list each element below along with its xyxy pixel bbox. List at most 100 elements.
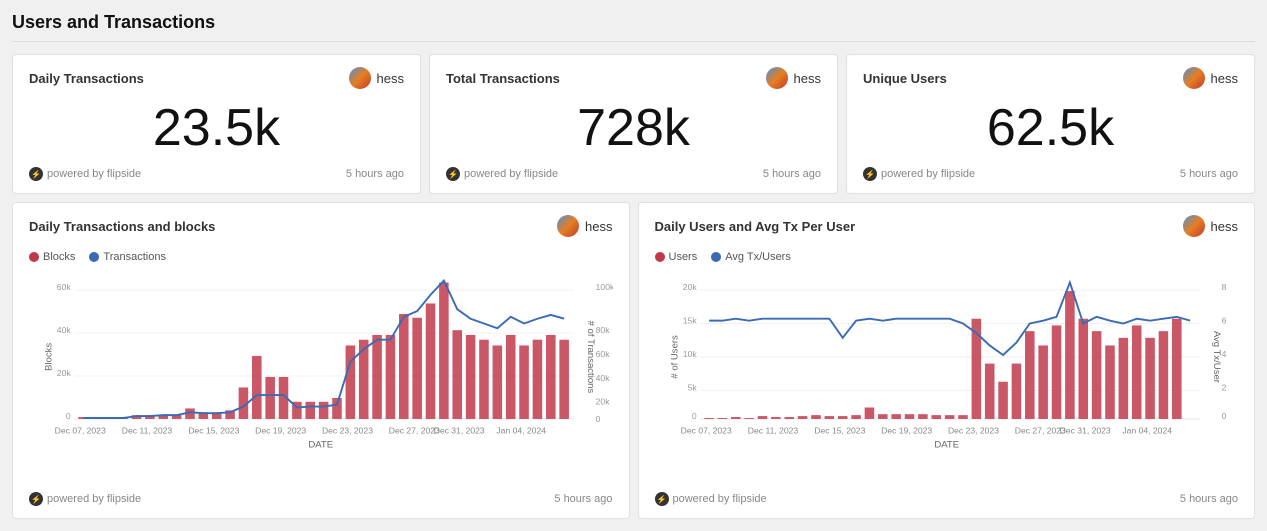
svg-text:DATE: DATE bbox=[308, 440, 333, 451]
daily-tx-value: 23.5k bbox=[29, 97, 404, 159]
legend-users-dot bbox=[655, 252, 665, 262]
svg-text:Dec 19, 2023: Dec 19, 2023 bbox=[881, 425, 932, 435]
daily-tx-username: hess bbox=[377, 71, 404, 86]
svg-text:100k: 100k bbox=[596, 282, 613, 292]
chart1-footer: ⚡ powered by flipside 5 hours ago bbox=[29, 492, 613, 506]
unique-users-user: hess bbox=[1183, 67, 1238, 89]
unique-users-timestamp: 5 hours ago bbox=[1180, 168, 1238, 180]
chart2-header: Daily Users and Avg Tx Per User hess bbox=[655, 215, 1239, 237]
daily-users-avg-tx-card: Daily Users and Avg Tx Per User hess Use… bbox=[638, 202, 1256, 519]
svg-text:Jan 04, 2024: Jan 04, 2024 bbox=[496, 425, 546, 435]
unique-users-value: 62.5k bbox=[863, 97, 1238, 159]
unique-users-footer: ⚡ powered by flipside 5 hours ago bbox=[863, 167, 1238, 181]
chart1-header: Daily Transactions and blocks hess bbox=[29, 215, 613, 237]
powered-by-unique-users: ⚡ powered by flipside bbox=[863, 167, 975, 181]
svg-text:Dec 11, 2023: Dec 11, 2023 bbox=[747, 425, 798, 435]
chart1-timestamp: 5 hours ago bbox=[554, 493, 612, 505]
svg-text:Jan 04, 2024: Jan 04, 2024 bbox=[1122, 425, 1172, 435]
svg-text:Dec 07, 2023: Dec 07, 2023 bbox=[55, 425, 106, 435]
card-header-total-tx: Total Transactions hess bbox=[446, 67, 821, 89]
svg-text:0: 0 bbox=[66, 411, 71, 421]
total-tx-timestamp: 5 hours ago bbox=[763, 168, 821, 180]
svg-text:# of Users: # of Users bbox=[669, 335, 680, 379]
svg-text:Dec 23, 2023: Dec 23, 2023 bbox=[947, 425, 998, 435]
svg-text:Dec 15, 2023: Dec 15, 2023 bbox=[188, 425, 239, 435]
avatar-chart1 bbox=[557, 215, 579, 237]
chart2-user: hess bbox=[1183, 215, 1238, 237]
svg-text:80k: 80k bbox=[596, 325, 611, 335]
flipside-logo-3: ⚡ bbox=[863, 167, 877, 181]
powered-by-label-3: powered by flipside bbox=[881, 168, 975, 180]
powered-by-label-2: powered by flipside bbox=[464, 168, 558, 180]
svg-text:40k: 40k bbox=[57, 325, 72, 335]
legend-avg-tx-dot bbox=[711, 252, 721, 262]
chart1-user: hess bbox=[557, 215, 612, 237]
svg-text:Dec 31, 2023: Dec 31, 2023 bbox=[434, 425, 485, 435]
daily-transactions-card: Daily Transactions hess 23.5k ⚡ powered … bbox=[12, 54, 421, 194]
svg-text:20k: 20k bbox=[596, 397, 611, 407]
legend-transactions: Transactions bbox=[89, 251, 166, 263]
total-tx-username: hess bbox=[794, 71, 821, 86]
legend-transactions-label: Transactions bbox=[103, 251, 166, 263]
legend-avg-tx-label: Avg Tx/Users bbox=[725, 251, 791, 263]
svg-text:60k: 60k bbox=[596, 349, 611, 359]
page-title: Users and Transactions bbox=[12, 12, 1255, 42]
powered-by-chart2: ⚡ powered by flipside bbox=[655, 492, 767, 506]
svg-text:20k: 20k bbox=[682, 282, 697, 292]
svg-text:DATE: DATE bbox=[934, 440, 959, 451]
svg-text:Dec 11, 2023: Dec 11, 2023 bbox=[122, 425, 173, 435]
svg-text:8: 8 bbox=[1221, 282, 1226, 292]
unique-users-card: Unique Users hess 62.5k ⚡ powered by fli… bbox=[846, 54, 1255, 194]
metrics-row: Daily Transactions hess 23.5k ⚡ powered … bbox=[12, 54, 1255, 194]
svg-text:Dec 19, 2023: Dec 19, 2023 bbox=[255, 425, 306, 435]
svg-text:# of Transactions: # of Transactions bbox=[585, 321, 596, 394]
legend-blocks-dot bbox=[29, 252, 39, 262]
flipside-logo-2: ⚡ bbox=[446, 167, 460, 181]
page-container: Users and Transactions Daily Transaction… bbox=[0, 0, 1267, 531]
avatar-unique-users bbox=[1183, 67, 1205, 89]
flipside-logo: ⚡ bbox=[29, 167, 43, 181]
legend-users: Users bbox=[655, 251, 698, 263]
flipside-logo-5: ⚡ bbox=[655, 492, 669, 506]
svg-text:0: 0 bbox=[596, 414, 601, 424]
chart1-legend: Blocks Transactions bbox=[29, 251, 613, 263]
daily-tx-title: Daily Transactions bbox=[29, 71, 144, 86]
chart2-area: 20k 15k 10k 5k 0 8 6 4 2 0 bbox=[655, 271, 1239, 484]
chart2-legend: Users Avg Tx/Users bbox=[655, 251, 1239, 263]
daily-tx-timestamp: 5 hours ago bbox=[346, 168, 404, 180]
powered-by-daily-tx: ⚡ powered by flipside bbox=[29, 167, 141, 181]
total-tx-footer: ⚡ powered by flipside 5 hours ago bbox=[446, 167, 821, 181]
chart2-svg: 20k 15k 10k 5k 0 8 6 4 2 0 bbox=[655, 271, 1239, 481]
svg-text:15k: 15k bbox=[682, 316, 697, 326]
legend-transactions-dot bbox=[89, 252, 99, 262]
transactions-line bbox=[83, 281, 564, 418]
chart2-timestamp: 5 hours ago bbox=[1180, 493, 1238, 505]
svg-text:40k: 40k bbox=[596, 373, 611, 383]
svg-text:5k: 5k bbox=[687, 382, 697, 392]
svg-text:Dec 07, 2023: Dec 07, 2023 bbox=[680, 425, 731, 435]
svg-text:60k: 60k bbox=[57, 282, 72, 292]
svg-text:Dec 27, 2023: Dec 27, 2023 bbox=[389, 425, 440, 435]
unique-users-title: Unique Users bbox=[863, 71, 947, 86]
daily-tx-footer: ⚡ powered by flipside 5 hours ago bbox=[29, 167, 404, 181]
powered-by-label: powered by flipside bbox=[47, 168, 141, 180]
daily-tx-user: hess bbox=[349, 67, 404, 89]
chart1-username: hess bbox=[585, 219, 612, 234]
powered-by-chart1: ⚡ powered by flipside bbox=[29, 492, 141, 506]
svg-text:10k: 10k bbox=[682, 349, 697, 359]
powered-by-label-5: powered by flipside bbox=[673, 493, 767, 505]
chart2-username: hess bbox=[1211, 219, 1238, 234]
legend-avg-tx: Avg Tx/Users bbox=[711, 251, 791, 263]
legend-users-label: Users bbox=[669, 251, 698, 263]
chart1-title: Daily Transactions and blocks bbox=[29, 219, 215, 234]
svg-text:Dec 31, 2023: Dec 31, 2023 bbox=[1059, 425, 1110, 435]
svg-text:2: 2 bbox=[1221, 382, 1226, 392]
total-tx-title: Total Transactions bbox=[446, 71, 560, 86]
chart2-footer: ⚡ powered by flipside 5 hours ago bbox=[655, 492, 1239, 506]
svg-text:Blocks: Blocks bbox=[44, 343, 55, 371]
svg-text:Dec 23, 2023: Dec 23, 2023 bbox=[322, 425, 373, 435]
card-header-unique-users: Unique Users hess bbox=[863, 67, 1238, 89]
charts-row: Daily Transactions and blocks hess Block… bbox=[12, 202, 1255, 519]
unique-users-username: hess bbox=[1211, 71, 1238, 86]
chart1-area: 60k 40k 20k 0 100k 80k 60k 40k 20k 0 bbox=[29, 271, 613, 484]
